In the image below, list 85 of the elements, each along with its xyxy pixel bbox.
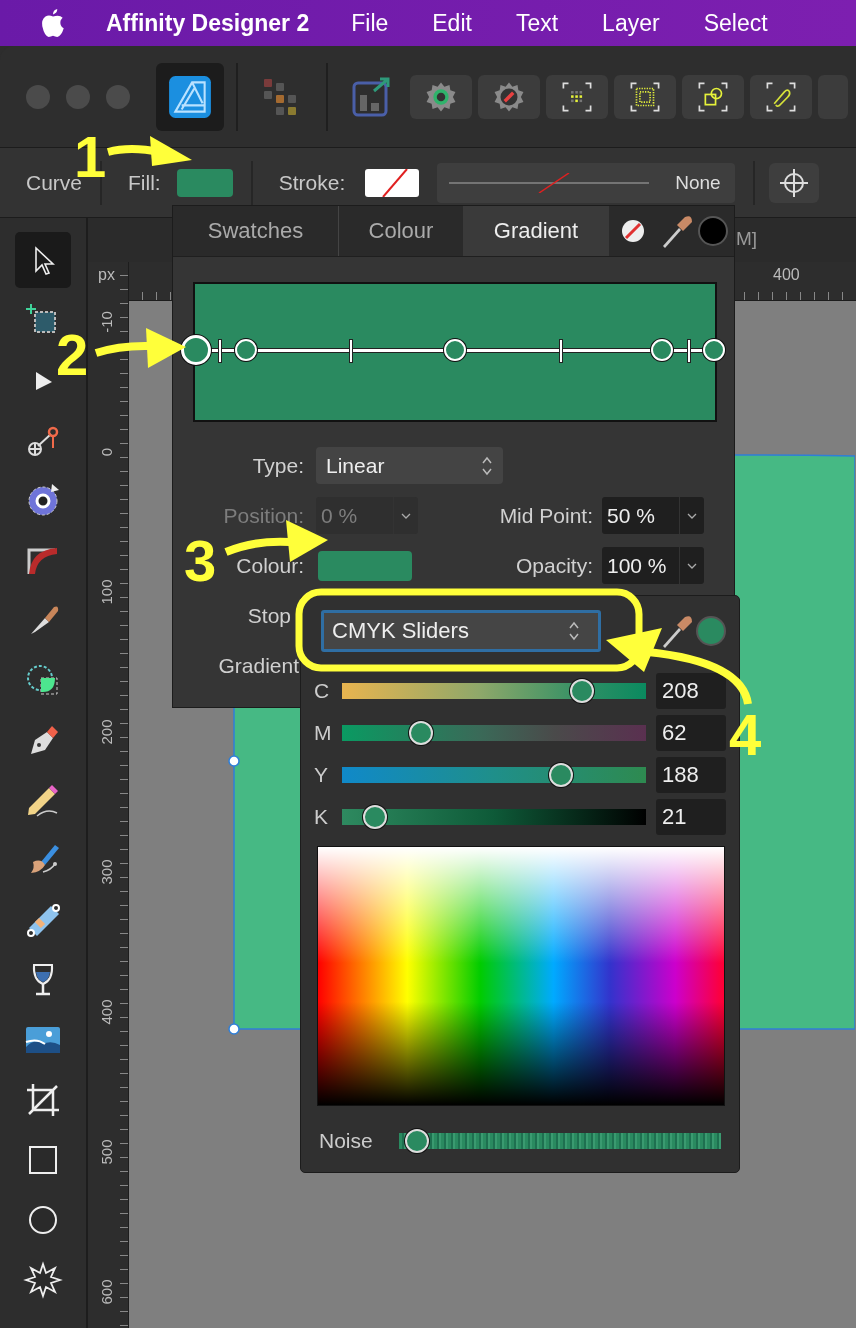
menu-item[interactable]: Text <box>515 9 559 37</box>
step-number: 3 <box>184 532 217 590</box>
panel-tab[interactable]: Gradient <box>463 206 609 256</box>
channel-label: Y <box>313 763 329 787</box>
mid-point-label: Mid Point: <box>499 503 593 527</box>
gradient-stop[interactable] <box>703 339 725 361</box>
menu-item[interactable]: Layer <box>602 9 660 37</box>
midpoint-marker[interactable] <box>217 339 222 363</box>
gradient-label: Gradient <box>218 653 299 677</box>
menu-item[interactable]: File <box>351 9 389 37</box>
caret-icon <box>687 512 697 519</box>
app-menu[interactable]: Affinity Designer 2 <box>106 9 310 37</box>
crosshair-icon <box>779 167 810 198</box>
stroke-width-field[interactable]: None <box>437 162 736 203</box>
panel-tab[interactable]: Colour <box>339 206 463 256</box>
ruler-label: 400 <box>773 266 800 284</box>
channel-label: C <box>313 679 331 703</box>
midpoint-marker[interactable] <box>348 339 353 363</box>
no-colour-icon[interactable] <box>621 219 645 243</box>
opacity-label: Opacity: <box>515 553 593 577</box>
tool-button[interactable] <box>15 232 71 288</box>
ruler-label: 200 <box>98 718 116 747</box>
ruler-label: 400 <box>98 998 116 1027</box>
toolbar-button[interactable] <box>614 74 676 119</box>
channel-value-field[interactable]: 62 <box>656 715 726 751</box>
stop-label: Stop <box>247 603 291 627</box>
stroke-swatch[interactable] <box>365 168 420 197</box>
channel-value-field[interactable]: 208 <box>656 673 726 709</box>
toolbar-button[interactable] <box>410 74 472 119</box>
slider-thumb[interactable] <box>405 1129 430 1153</box>
colour-label: Colour: <box>236 553 304 577</box>
star-icon <box>23 1260 63 1300</box>
apple-logo-icon[interactable] <box>40 8 66 38</box>
menu-item[interactable]: Edit <box>432 9 472 37</box>
ruler-label: -10 <box>98 310 116 335</box>
colour-spectrum[interactable] <box>317 846 725 1106</box>
snapping-button[interactable] <box>769 162 820 203</box>
ruler-label: 100 <box>98 578 116 607</box>
updown-icon <box>568 620 580 642</box>
position-label: Position: <box>223 503 304 527</box>
slider-thumb[interactable] <box>570 679 595 703</box>
midpoint-marker[interactable] <box>687 339 692 363</box>
document-tab[interactable]: M] <box>736 228 758 250</box>
fill-swatch[interactable] <box>176 168 233 197</box>
slider-thumb[interactable] <box>409 721 434 745</box>
gradient-stop[interactable] <box>444 339 466 361</box>
ruler-unit: px <box>98 266 115 284</box>
designer-persona-button[interactable] <box>156 62 224 131</box>
channel-label: M <box>313 721 333 745</box>
selection-handle[interactable] <box>228 755 240 767</box>
gradient-stop[interactable] <box>650 339 673 361</box>
caret-icon <box>687 562 697 569</box>
noise-label: Noise <box>319 1129 374 1153</box>
toolbar-button[interactable] <box>546 74 608 119</box>
step-number: 2 <box>56 326 89 384</box>
gradient-preview[interactable] <box>193 282 717 422</box>
stroke-label: Stroke: <box>278 170 346 195</box>
updown-icon <box>481 454 493 477</box>
ruler-label: 500 <box>98 1138 116 1167</box>
selection-handle[interactable] <box>228 1023 240 1035</box>
ruler-label: 300 <box>98 858 116 887</box>
caret-icon <box>401 512 411 519</box>
type-dropdown[interactable]: Linear <box>316 447 503 484</box>
designer-logo-icon <box>167 73 213 120</box>
ruler-label: 0 <box>98 446 116 459</box>
panel-tab[interactable]: Swatches <box>173 206 339 256</box>
type-label: Type: <box>252 453 304 477</box>
gradient-stop[interactable] <box>181 335 211 365</box>
stop-colour-swatch[interactable] <box>318 550 412 581</box>
channel-value-field[interactable]: 21 <box>656 799 726 835</box>
gradient-stop[interactable] <box>234 339 257 361</box>
mid-point-field[interactable]: 50 % <box>602 497 704 534</box>
channel-value-field[interactable]: 188 <box>656 757 726 793</box>
toolbar-button[interactable] <box>682 74 744 119</box>
slider-thumb[interactable] <box>548 763 573 787</box>
fill-label: Fill: <box>128 170 161 195</box>
ruler-label: 600 <box>98 1278 116 1307</box>
midpoint-marker[interactable] <box>559 339 564 363</box>
slider-thumb[interactable] <box>363 805 388 829</box>
stroke-line-icon <box>449 172 650 193</box>
opacity-field[interactable]: 100 % <box>602 547 704 584</box>
colour-mode-dropdown[interactable]: CMYK Sliders <box>321 610 601 652</box>
menu-item[interactable]: Select <box>703 9 768 37</box>
channel-label: K <box>313 805 329 829</box>
toolbar-button[interactable] <box>750 74 812 119</box>
